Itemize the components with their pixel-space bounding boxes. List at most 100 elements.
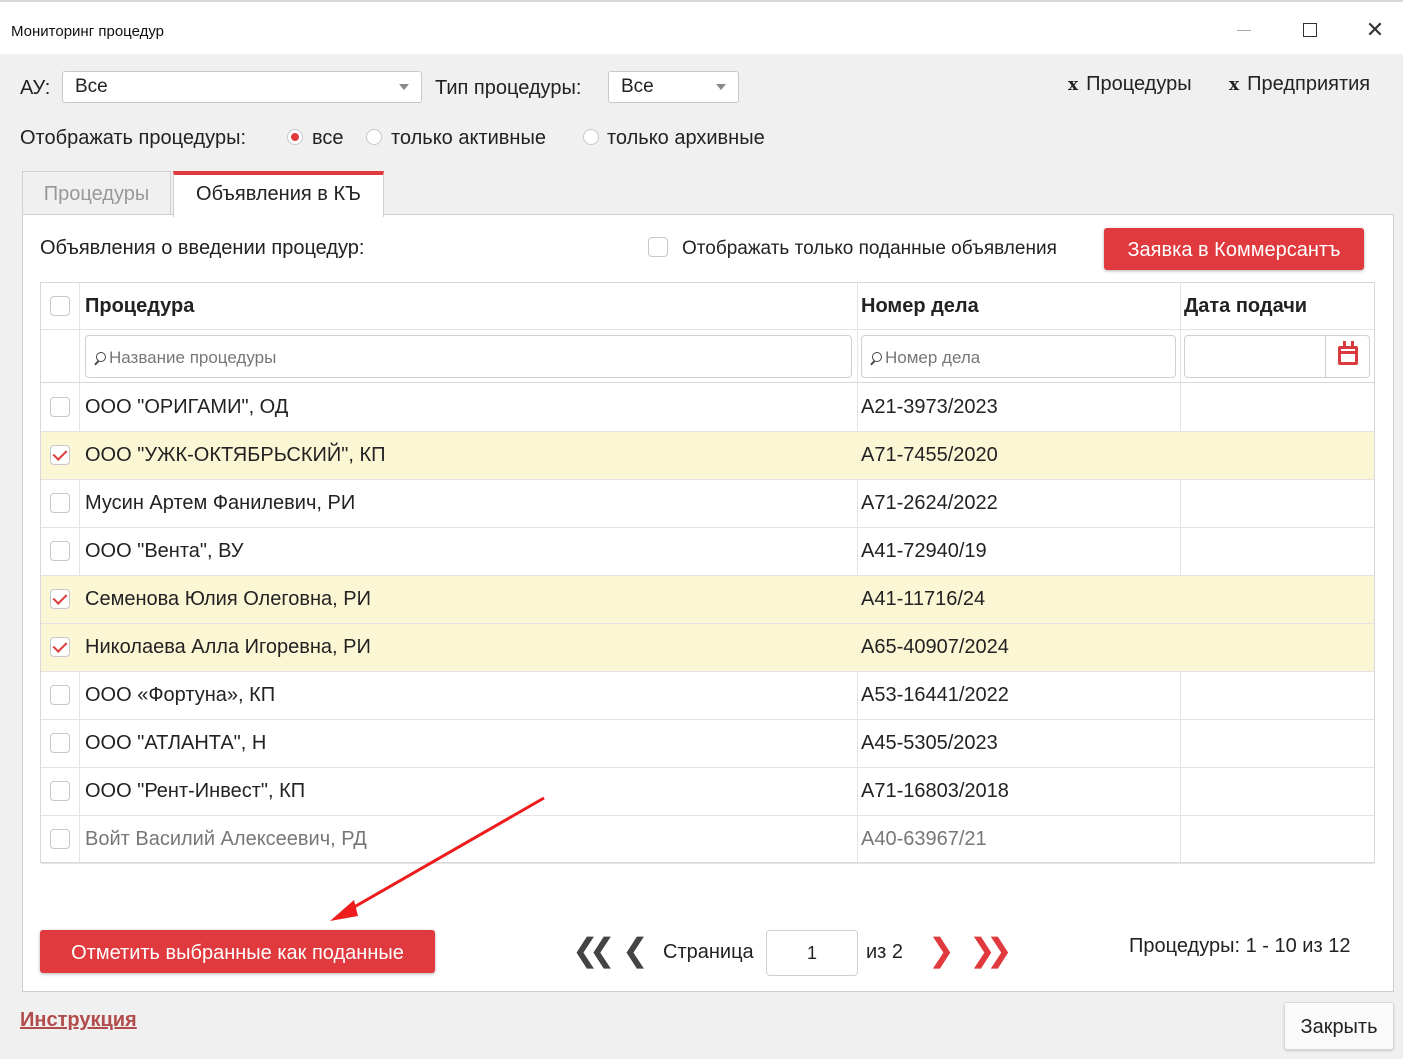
close-icon: x [1229,75,1240,95]
case-number-cell: А71-16803/2018 [861,780,1009,802]
mark-as-submitted-button[interactable]: Отметить выбранные как поданные [40,930,435,973]
close-icon: ✕ [1365,17,1385,42]
announcements-table: Процедура Номер дела Дата подачи Названи… [40,282,1375,864]
procedure-name-cell: ООО "Рент-Инвест", КП [85,780,306,802]
radio-all-label: все [312,127,344,149]
procedure-name-placeholder: Название процедуры [109,348,277,367]
column-header-date[interactable]: Дата подачи [1184,295,1307,318]
page-of-label: из 2 [866,941,904,963]
row-checkbox[interactable] [50,541,70,561]
type-label: Тип процедуры: [435,77,582,99]
procedure-name-cell: Семенова Юлия Олеговна, РИ [85,588,371,610]
tab-procedures[interactable]: Процедуры [22,171,171,215]
chevron-right-icon[interactable]: ❯ [928,931,955,969]
table-row[interactable]: Николаева Алла Игоревна, РИ А65-40907/202… [41,624,1374,672]
calendar-icon [1338,341,1358,365]
table-row[interactable]: ООО "ОРИГАМИ", ОД А21-3973/2023 [41,384,1374,432]
type-select-value: Все [621,76,654,97]
case-number-cell: А71-7455/2020 [861,444,998,466]
row-checkbox[interactable] [50,397,70,417]
procedure-name-filter[interactable]: Название процедуры [85,335,852,378]
au-select[interactable]: Все [62,71,422,103]
case-number-cell: А71-2624/2022 [861,492,998,514]
kommersant-request-button[interactable]: Заявка в Коммерсантъ [1104,228,1364,270]
case-number-cell: А40-63967/21 [861,828,987,850]
maximize-icon [1303,23,1317,37]
row-checkbox[interactable] [50,493,70,513]
search-icon [94,352,106,364]
table-row[interactable]: Войт Василий Алексеевич, РД А40-63967/21 [41,816,1374,864]
double-chevron-left-icon[interactable]: ❮❮ [572,931,616,969]
procedure-name-cell: ООО "АТЛАНТА", Н [85,732,267,754]
procedure-name-cell: Мусин Артем Фанилевич, РИ [85,492,356,514]
radio-all[interactable] [287,129,303,145]
row-checkbox[interactable] [50,445,70,465]
au-select-value: Все [75,76,108,97]
column-header-procedure[interactable]: Процедура [85,295,194,318]
table-header: Процедура Номер дела Дата подачи [41,283,1374,330]
case-number-cell: А41-72940/19 [861,540,987,562]
case-number-placeholder: Номер дела [885,348,981,367]
row-checkbox[interactable] [50,685,70,705]
show-procedures-label: Отображать процедуры: [20,127,247,149]
clear-enterprises-link[interactable]: x Предприятия [1229,73,1370,96]
monitoring-window: Мониторинг процедур ✕ АУ: Все Тип процед… [0,0,1403,1059]
close-window-button[interactable]: ✕ [1352,10,1398,50]
only-submitted-label: Отображать только поданные объявления [682,238,1057,259]
table-row[interactable]: Семенова Юлия Олеговна, РИ А41-11716/24 [41,576,1374,624]
case-number-cell: А65-40907/2024 [861,636,1009,658]
table-row[interactable]: ООО "Вента", ВУ А41-72940/19 [41,528,1374,576]
radio-archive-label: только архивные [607,127,765,149]
case-number-filter[interactable]: Номер дела [861,335,1176,378]
table-row[interactable]: ООО "АТЛАНТА", Н А45-5305/2023 [41,720,1374,768]
procedure-name-cell: Николаева Алла Игоревна, РИ [85,636,371,658]
filter-row: Название процедуры Номер дела [41,330,1374,383]
annotation-arrow [330,796,545,921]
type-select[interactable]: Все [608,71,739,103]
page-number-input[interactable]: 1 [766,930,858,976]
tab-announcements[interactable]: Объявления в КЪ [173,171,384,217]
close-button[interactable]: Закрыть [1284,1002,1394,1050]
date-filter[interactable] [1184,335,1370,378]
radio-active[interactable] [366,129,382,145]
table-row[interactable]: ООО "Рент-Инвест", КП А71-16803/2018 [41,768,1374,816]
clear-procedures-label: Процедуры [1086,73,1192,95]
table-row[interactable]: ООО "УЖК-ОКТЯБРЬСКИЙ", КП А71-7455/2020 [41,432,1374,480]
chevron-down-icon [399,84,409,90]
table-row[interactable]: ООО «Фортуна», КП А53-16441/2022 [41,672,1374,720]
radio-active-label: только активные [391,127,546,149]
case-number-cell: А21-3973/2023 [861,396,998,418]
au-label: АУ: [20,77,51,99]
row-checkbox[interactable] [50,733,70,753]
row-checkbox[interactable] [50,829,70,849]
chevron-down-icon [716,84,726,90]
clear-enterprises-label: Предприятия [1247,73,1371,95]
procedure-name-cell: ООО "УЖК-ОКТЯБРЬСКИЙ", КП [85,444,386,466]
procedures-count: Процедуры: 1 - 10 из 12 [1129,935,1351,957]
row-checkbox[interactable] [50,781,70,801]
procedure-name-cell: ООО «Фортуна», КП [85,684,276,706]
clear-procedures-link[interactable]: x Процедуры [1068,73,1192,96]
row-checkbox[interactable] [50,637,70,657]
calendar-button[interactable] [1325,336,1369,377]
only-submitted-checkbox[interactable] [648,237,668,257]
instruction-link[interactable]: Инструкция [20,1009,137,1032]
case-number-cell: А41-11716/24 [861,588,986,610]
procedure-name-cell: ООО "ОРИГАМИ", ОД [85,396,289,418]
select-all-checkbox[interactable] [50,296,70,316]
case-number-cell: А45-5305/2023 [861,732,998,754]
page-label: Страница [663,941,754,963]
radio-archive[interactable] [583,129,599,145]
minimize-icon [1237,29,1251,31]
panel-heading: Объявления о введении процедур: [40,237,365,259]
minimize-button[interactable] [1221,10,1267,50]
maximize-button[interactable] [1287,10,1333,50]
row-checkbox[interactable] [50,589,70,609]
table-row[interactable]: Мусин Артем Фанилевич, РИ А71-2624/2022 [41,480,1374,528]
double-chevron-right-icon[interactable]: ❯❯ [969,931,1013,969]
search-icon [870,352,882,364]
close-icon: x [1068,75,1079,95]
title-bar: Мониторинг процедур ✕ [0,0,1403,54]
column-header-case[interactable]: Номер дела [861,295,979,318]
chevron-left-icon[interactable]: ❮ [622,931,649,969]
